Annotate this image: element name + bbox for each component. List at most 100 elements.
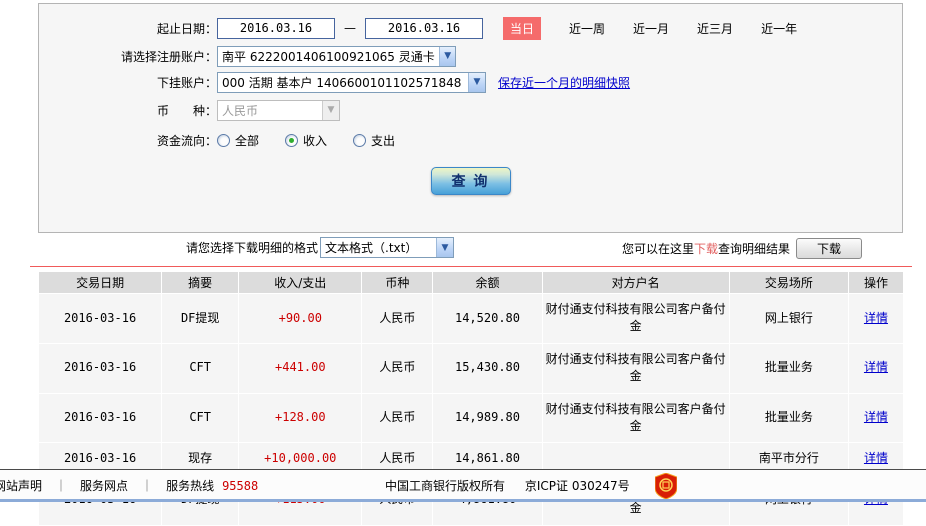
footer-separator: ｜ [55, 479, 68, 493]
download-hint-suffix: 查询明细结果 [718, 242, 791, 256]
radio-checked-icon[interactable] [285, 133, 299, 147]
quick-range-year[interactable]: 近一年 [761, 20, 797, 37]
cell-balance: 15,430.80 [433, 343, 542, 393]
quick-range-month[interactable]: 近一月 [633, 20, 669, 37]
sub-account-select[interactable]: 000 活期 基本户 1406600101102571848 ▼ [217, 71, 486, 93]
cell-venue: 网上银行 [729, 294, 848, 343]
header-summary: 摘要 [162, 272, 239, 293]
flow-option-label: 支出 [371, 133, 396, 148]
download-bar: 请您选择下载明细的格式 文本格式（.txt） ▼ 您可以在这里 下载 查询明细结果 … [0, 237, 926, 261]
table-row: 2016-03-16 DF提现 +90.00 人民币 14,520.80 财付通… [39, 294, 903, 343]
header-date: 交易日期 [39, 272, 162, 293]
cell-currency: 人民币 [362, 343, 433, 393]
footer-separator: ｜ [141, 479, 154, 493]
footer-link-branches[interactable]: 服务网点 [80, 477, 128, 494]
security-seal-icon [655, 473, 677, 499]
detail-link[interactable]: 详情 [864, 410, 888, 424]
table-row: 2016-03-16 CFT +441.00 人民币 15,430.80 财付通… [39, 343, 903, 393]
quick-range-week[interactable]: 近一周 [569, 20, 605, 37]
red-divider-line [30, 266, 912, 267]
header-counterparty: 对方户名 [542, 272, 729, 293]
download-format-select[interactable]: 文本格式（.txt） ▼ [320, 237, 455, 258]
header-venue: 交易场所 [729, 272, 848, 293]
cell-date: 2016-03-16 [39, 294, 162, 343]
flow-radio-expense[interactable]: 支出 [353, 132, 395, 149]
cell-counterparty: 财付通支付科技有限公司客户备付金 [542, 393, 729, 443]
register-account-select[interactable]: 南平 6222001406100921065 灵通卡 ▼ [217, 45, 456, 67]
flow-radio-income[interactable]: 收入 [285, 132, 327, 149]
footer-copyright-group: 中国工商银行版权所有 京ICP证 030247号 [385, 477, 630, 494]
fund-flow-label: 资金流向： [156, 133, 217, 148]
date-range-label: 起止日期： [156, 21, 217, 36]
currency-select-disabled: 人民币 ▼ [217, 99, 340, 121]
detail-link[interactable]: 详情 [864, 451, 888, 465]
detail-link[interactable]: 详情 [864, 311, 888, 325]
hotline-label: 服务热线 [166, 479, 215, 493]
save-snapshot-link[interactable]: 保存近一个月的明细快照 [498, 74, 630, 91]
cell-balance: 14,520.80 [433, 294, 542, 343]
chevron-down-icon: ▼ [322, 100, 339, 120]
date-to-input[interactable] [365, 17, 483, 39]
header-action: 操作 [848, 272, 903, 293]
copyright-text: 中国工商银行版权所有 [385, 479, 506, 493]
flow-option-label: 全部 [235, 133, 260, 148]
currency-row: 币 种： 人民币 ▼ [39, 98, 340, 122]
currency-label: 币 种： [156, 103, 217, 118]
date-range-row: 起止日期： — 当日 近一周 近一月 近三月 近一年 [39, 16, 797, 40]
hotline-number: 95588 [222, 478, 259, 493]
download-format-value: 文本格式（.txt） [325, 241, 418, 255]
download-format-group: 请您选择下载明细的格式 文本格式（.txt） ▼ [186, 237, 455, 258]
footer-links: 网站声明 ｜ 服务网点 ｜ 服务热线 95588 [0, 477, 258, 494]
cell-venue: 批量业务 [729, 343, 848, 393]
chevron-down-icon[interactable]: ▼ [438, 46, 455, 66]
sub-account-row: 下挂账户： 000 活期 基本户 1406600101102571848 ▼ 保… [39, 70, 630, 94]
header-currency: 币种 [362, 272, 433, 293]
date-separator: — [344, 21, 356, 35]
cell-counterparty: 财付通支付科技有限公司客户备付金 [542, 294, 729, 343]
cell-currency: 人民币 [362, 294, 433, 343]
flow-option-label: 收入 [303, 133, 328, 148]
footer: 网站声明 ｜ 服务网点 ｜ 服务热线 95588 中国工商银行版权所有 京ICP… [0, 469, 926, 502]
register-account-row: 请选择注册账户： 南平 6222001406100921065 灵通卡 ▼ [39, 44, 456, 68]
quick-range-quarter[interactable]: 近三月 [697, 20, 733, 37]
chevron-down-icon[interactable]: ▼ [436, 238, 454, 257]
chevron-down-icon[interactable]: ▼ [468, 72, 485, 92]
cell-summary: DF提现 [162, 294, 239, 343]
cell-amount: +441.00 [239, 343, 362, 393]
cell-summary: CFT [162, 343, 239, 393]
query-button[interactable]: 查 询 [430, 167, 511, 195]
icp-license-text: 京ICP证 030247号 [524, 479, 630, 493]
header-balance: 余额 [433, 272, 542, 293]
cell-summary: CFT [162, 393, 239, 443]
date-from-input[interactable] [217, 17, 335, 39]
cell-amount: +90.00 [239, 294, 362, 343]
quick-range-today[interactable]: 当日 [503, 16, 542, 40]
cell-balance: 14,989.80 [433, 393, 542, 443]
register-account-value: 南平 6222001406100921065 灵通卡 [222, 49, 435, 64]
footer-link-statement[interactable]: 网站声明 [0, 477, 42, 494]
flow-radio-all[interactable]: 全部 [217, 132, 259, 149]
download-button[interactable]: 下载 [796, 238, 863, 259]
radio-icon[interactable] [217, 133, 230, 147]
sub-account-value: 000 活期 基本户 1406600101102571848 [222, 75, 462, 90]
header-amount: 收入/支出 [239, 272, 362, 293]
download-hint-prefix: 您可以在这里 [622, 242, 695, 256]
cell-amount: +128.00 [239, 393, 362, 443]
detail-link[interactable]: 详情 [864, 360, 888, 374]
fund-flow-row: 资金流向： 全部 收入 支出 [39, 128, 421, 152]
register-account-label: 请选择注册账户： [120, 49, 217, 64]
table-row: 2016-03-16 CFT +128.00 人民币 14,989.80 财付通… [39, 393, 903, 443]
download-inline-link[interactable]: 下载 [694, 240, 718, 257]
cell-date: 2016-03-16 [39, 393, 162, 443]
currency-value: 人民币 [222, 103, 259, 118]
download-hint-group: 您可以在这里 下载 查询明细结果 下载 [622, 238, 863, 259]
sub-account-label: 下挂账户： [156, 75, 217, 90]
query-form-panel: 起止日期： — 当日 近一周 近一月 近三月 近一年 请选择注册账户： 南平 6… [38, 3, 903, 233]
download-format-label: 请您选择下载明细的格式 [186, 241, 319, 255]
cell-venue: 批量业务 [729, 393, 848, 443]
cell-currency: 人民币 [362, 393, 433, 443]
radio-icon[interactable] [353, 133, 367, 147]
cell-date: 2016-03-16 [39, 343, 162, 393]
cell-counterparty: 财付通支付科技有限公司客户备付金 [542, 343, 729, 393]
table-header-row: 交易日期 摘要 收入/支出 币种 余额 对方户名 交易场所 操作 [39, 272, 903, 293]
